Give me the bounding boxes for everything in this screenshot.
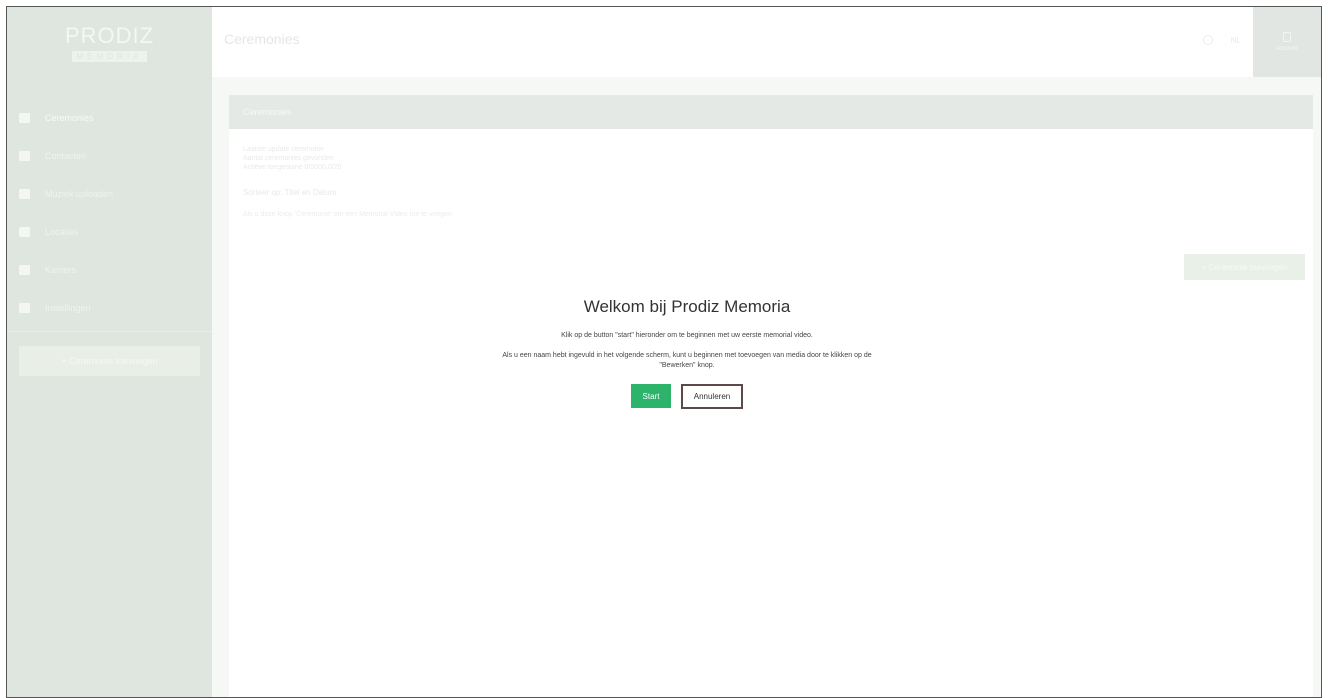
calendar-icon xyxy=(19,265,30,275)
music-icon xyxy=(19,189,30,199)
sidebar-item-label: Instellingen xyxy=(45,303,91,313)
welcome-dialog: Welkom bij Prodiz Memoria Klik op de but… xyxy=(367,297,1007,409)
sidebar-nav: Ceremonies Contacten Muziek uploaden Loc… xyxy=(7,99,212,327)
panel-title: Ceremonies xyxy=(229,95,1313,129)
lock-icon xyxy=(1283,32,1291,42)
sidebar-item-kamers[interactable]: Kamers xyxy=(7,251,212,289)
sidebar-add-ceremony-button[interactable]: + Ceremonie toevoegen xyxy=(19,346,200,376)
panel-hint: Als u deze knop ‘Ceremonie’ om een Memor… xyxy=(243,211,452,218)
sidebar-item-label: Locaties xyxy=(45,227,79,237)
account-button[interactable]: Account xyxy=(1253,7,1321,77)
logo-main-text: PRODIZ xyxy=(64,22,155,48)
sidebar-item-label: Muziek uploaden xyxy=(45,189,114,199)
sidebar-item-contacten[interactable]: Contacten xyxy=(7,137,212,175)
sidebar-item-instellingen[interactable]: Instellingen xyxy=(7,289,212,327)
sidebar-item-ceremonies[interactable]: Ceremonies xyxy=(7,99,212,137)
sidebar: PRODIZ MEMORIA Ceremonies Contacten Muzi… xyxy=(7,7,212,697)
page-title: Ceremonies xyxy=(224,31,300,47)
add-ceremony-button[interactable]: + Ceremonie toevoegen xyxy=(1184,254,1305,280)
sidebar-item-locaties[interactable]: Locaties xyxy=(7,213,212,251)
start-button[interactable]: Start xyxy=(631,384,671,408)
logo-sub-text: MEMORIA xyxy=(72,50,147,62)
user-icon xyxy=(19,151,30,161)
logo[interactable]: PRODIZ MEMORIA xyxy=(7,7,212,77)
panel-body: Laatste update ceremonie Aantal ceremoni… xyxy=(229,129,1313,234)
top-bar: Ceremonies NL Account xyxy=(212,7,1321,77)
help-icon[interactable] xyxy=(1202,35,1213,45)
account-label: Account xyxy=(1276,46,1298,52)
info-line: Actieve toegestane 0/5000,0/20 xyxy=(243,164,342,171)
language-selector[interactable]: NL xyxy=(1231,36,1241,45)
dialog-actions: Start Annuleren xyxy=(367,384,1007,409)
sidebar-item-label: Contacten xyxy=(45,151,87,161)
sort-select[interactable]: Sorteer op: Titel en Datum xyxy=(243,188,1299,197)
monitor-icon xyxy=(19,227,30,237)
app-window: PRODIZ MEMORIA Ceremonies Contacten Muzi… xyxy=(6,6,1322,698)
info-line: Aantal ceremonies gevonden xyxy=(243,155,334,162)
video-camera-icon xyxy=(19,113,30,123)
sidebar-item-muziek[interactable]: Muziek uploaden xyxy=(7,175,212,213)
sidebar-item-label: Ceremonies xyxy=(45,113,94,123)
dialog-text-edit: Als u een naam hebt ingevuld in het volg… xyxy=(502,352,872,369)
info-line: Laatste update ceremonie xyxy=(243,146,324,153)
cancel-button[interactable]: Annuleren xyxy=(681,384,743,409)
dialog-title: Welkom bij Prodiz Memoria xyxy=(583,297,791,316)
sidebar-divider xyxy=(7,331,212,332)
dialog-text-start: Klik op de button "start" hieronder om t… xyxy=(561,332,813,339)
top-right-controls: NL xyxy=(1202,35,1241,45)
settings-icon xyxy=(19,303,30,313)
sidebar-item-label: Kamers xyxy=(45,265,77,275)
